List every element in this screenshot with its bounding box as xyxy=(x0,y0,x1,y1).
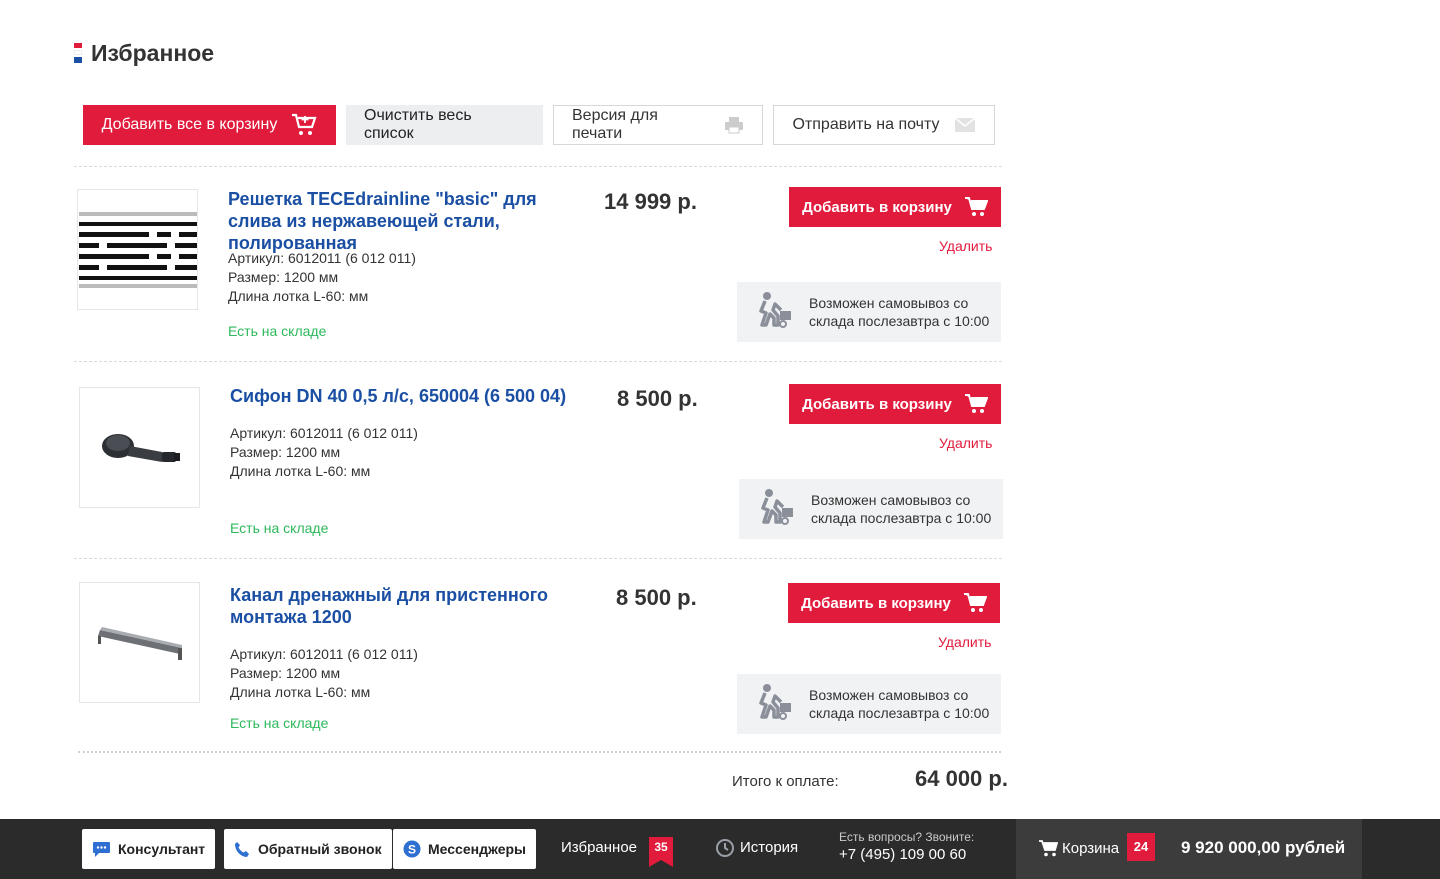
total-divider xyxy=(78,751,1001,753)
total-value: 64 000 р. xyxy=(915,766,1008,791)
favorites-count: 35 xyxy=(654,840,668,854)
drain-grate-image xyxy=(78,211,197,288)
cart-icon xyxy=(1038,839,1059,863)
product-attributes: Артикул: 6012011 (6 012 011) Размер: 120… xyxy=(228,249,416,306)
history-link[interactable]: История xyxy=(740,839,798,856)
favorites-count-badge: 35 xyxy=(649,837,673,867)
add-to-cart-button[interactable]: Добавить в корзину xyxy=(789,384,1001,424)
product-price: 14 999 р. xyxy=(604,189,697,214)
product-article: Артикул: 6012011 (6 012 011) xyxy=(230,646,418,662)
print-version-button[interactable]: Версия для печати xyxy=(553,105,763,145)
cart-plus-icon xyxy=(291,113,317,137)
product-image[interactable] xyxy=(77,189,198,310)
drain-channel-image xyxy=(97,626,182,660)
total-label: Итого к оплате: xyxy=(732,773,839,790)
add-to-cart-label: Добавить в корзину xyxy=(801,594,951,612)
callback-button[interactable]: Обратный звонок xyxy=(224,829,392,869)
product-size: Размер: 1200 мм xyxy=(228,269,339,285)
add-to-cart-label: Добавить в корзину xyxy=(802,198,952,216)
add-to-cart-button[interactable]: Добавить в корзину xyxy=(789,187,1001,227)
favorites-toolbar: Добавить все в корзину Очистить весь спи… xyxy=(83,105,995,145)
product-image[interactable] xyxy=(79,582,200,703)
phone-number[interactable]: +7 (495) 109 00 60 xyxy=(839,846,966,863)
printer-icon xyxy=(724,116,744,134)
cart-icon xyxy=(964,196,988,218)
pickup-text: Возможен самовывоз со склада послезавтра… xyxy=(809,295,990,329)
product-image[interactable] xyxy=(79,387,200,508)
clear-list-label: Очистить весь список xyxy=(364,107,472,142)
cart-label: Корзина xyxy=(1062,840,1120,857)
product-size: Размер: 1200 мм xyxy=(230,665,341,681)
product-title-link[interactable]: Сифон DN 40 0,5 л/с, 650004 (6 500 04) xyxy=(230,385,580,407)
product-price: 8 500 р. xyxy=(617,386,698,411)
clock-icon xyxy=(715,838,735,863)
page-title: Избранное xyxy=(91,40,215,66)
callback-label: Обратный звонок xyxy=(258,841,382,857)
consultant-label: Консультант xyxy=(118,841,206,857)
phone-icon xyxy=(234,841,251,858)
pickup-info: Возможен самовывоз со склада послезавтра… xyxy=(737,674,1001,734)
stock-status: Есть на складе xyxy=(230,520,329,536)
bottom-bar: Консультант Обратный звонок S Мессенджер… xyxy=(0,819,1440,879)
stock-status: Есть на складе xyxy=(228,323,327,339)
stock-status: Есть на складе xyxy=(230,715,329,731)
cart-icon xyxy=(964,393,988,415)
print-version-label: Версия для печати xyxy=(572,107,658,142)
messengers-button[interactable]: S Мессенджеры xyxy=(393,829,536,869)
delete-link[interactable]: Удалить xyxy=(939,435,992,451)
cart-count-badge: 24 xyxy=(1127,833,1155,861)
hand-truck-icon xyxy=(753,291,795,334)
skype-icon: S xyxy=(403,840,421,858)
product-article: Артикул: 6012011 (6 012 011) xyxy=(228,250,416,266)
messengers-label: Мессенджеры xyxy=(428,841,526,857)
page-title-block: Избранное xyxy=(74,40,214,67)
product-price: 8 500 р. xyxy=(616,585,697,610)
product-length: Длина лотка L-60: мм xyxy=(230,684,371,700)
pickup-info: Возможен самовывоз со склада послезавтра… xyxy=(737,282,1001,342)
envelope-icon xyxy=(954,117,976,133)
flag-icon xyxy=(74,42,82,65)
product-article: Артикул: 6012011 (6 012 011) xyxy=(230,425,418,441)
product-length: Длина лотка L-60: мм xyxy=(230,463,371,479)
clear-list-button[interactable]: Очистить весь список xyxy=(346,105,543,145)
cart-icon xyxy=(963,592,987,614)
add-all-to-cart-button[interactable]: Добавить все в корзину xyxy=(83,105,336,145)
divider xyxy=(74,558,1002,559)
consultant-button[interactable]: Консультант xyxy=(82,829,216,869)
hand-truck-icon xyxy=(753,683,795,726)
divider xyxy=(74,361,1002,362)
siphon-image xyxy=(101,433,180,462)
favorites-link[interactable]: Избранное xyxy=(561,839,637,856)
product-title-link[interactable]: Решетка TECEdrainline "basic" для слива … xyxy=(228,188,578,254)
add-all-label: Добавить все в корзину xyxy=(101,116,278,133)
add-to-cart-button[interactable]: Добавить в корзину xyxy=(788,583,1000,623)
add-to-cart-label: Добавить в корзину xyxy=(802,395,952,413)
product-length: Длина лотка L-60: мм xyxy=(228,288,369,304)
delete-link[interactable]: Удалить xyxy=(938,634,991,650)
divider xyxy=(74,166,1002,167)
send-to-mail-button[interactable]: Отправить на почту xyxy=(773,105,995,145)
pickup-text: Возможен самовывоз со склада послезавтра… xyxy=(811,492,992,526)
delete-link[interactable]: Удалить xyxy=(939,238,992,254)
send-to-mail-label: Отправить на почту xyxy=(792,116,940,133)
questions-text: Есть вопросы? Звоните: xyxy=(839,830,975,844)
cart-sum: 9 920 000,00 рублей xyxy=(1181,838,1346,857)
cart-zone[interactable]: Корзина 24 9 920 000,00 рублей xyxy=(1016,819,1362,879)
chat-icon xyxy=(92,841,111,858)
product-attributes: Артикул: 6012011 (6 012 011) Размер: 120… xyxy=(230,424,418,481)
product-attributes: Артикул: 6012011 (6 012 011) Размер: 120… xyxy=(230,645,418,702)
product-size: Размер: 1200 мм xyxy=(230,444,341,460)
hand-truck-icon xyxy=(755,488,797,531)
pickup-info: Возможен самовывоз со склада послезавтра… xyxy=(739,479,1003,539)
pickup-text: Возможен самовывоз со склада послезавтра… xyxy=(809,687,990,721)
svg-text:S: S xyxy=(408,843,416,857)
product-title-link[interactable]: Канал дренажный для пристенного монтажа … xyxy=(230,584,580,628)
